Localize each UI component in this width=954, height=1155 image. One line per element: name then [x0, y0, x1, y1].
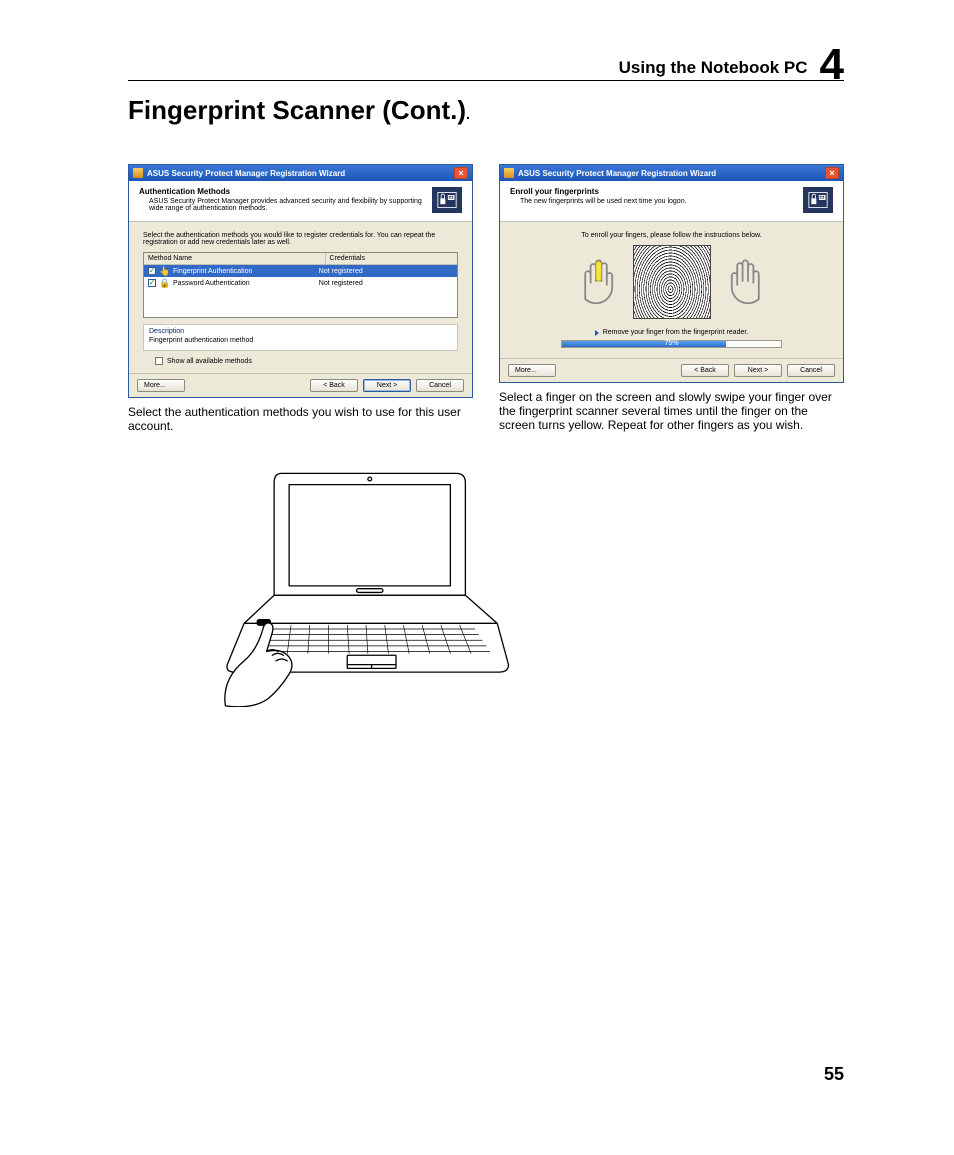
window-title: ASUS Security Protect Manager Registrati…	[147, 169, 454, 178]
lock-icon: 🔒	[160, 278, 170, 288]
header-title: Enroll your fingerprints	[510, 187, 803, 196]
app-icon	[133, 168, 143, 178]
next-button[interactable]: Next >	[734, 364, 782, 377]
header-desc: The new fingerprints will be used next t…	[510, 198, 803, 205]
cancel-button[interactable]: Cancel	[416, 379, 464, 392]
arrow-icon	[595, 330, 599, 336]
caption-b: Select a finger on the screen and slowly…	[499, 391, 844, 432]
method-row-fingerprint[interactable]: ✓ 👆 Fingerprint Authentication Not regis…	[144, 265, 457, 277]
left-hand-icon[interactable]	[578, 254, 623, 310]
titlebar: ASUS Security Protect Manager Registrati…	[129, 165, 472, 181]
back-button[interactable]: < Back	[681, 364, 729, 377]
checkbox-icon[interactable]: ✓	[148, 279, 156, 287]
col-credentials: Credentials	[326, 253, 457, 264]
methods-list[interactable]: Method Name Credentials ✓ 👆 Fingerprint …	[143, 252, 458, 318]
description-label: Description	[149, 328, 452, 335]
page-title: Fingerprint Scanner (Cont.).	[128, 95, 844, 126]
laptop-illustration	[216, 464, 516, 713]
fingerprint-icon: 👆	[160, 266, 170, 276]
security-icon	[432, 187, 462, 213]
col-method-name: Method Name	[144, 253, 326, 264]
app-icon	[504, 168, 514, 178]
enroll-fingerprint-dialog: ASUS Security Protect Manager Registrati…	[499, 164, 844, 383]
show-all-checkbox[interactable]: Show all available methods	[143, 357, 458, 365]
method-row-password[interactable]: ✓ 🔒 Password Authentication Not register…	[144, 277, 457, 289]
header-title: Authentication Methods	[139, 187, 432, 196]
page-header: Using the Notebook PC 4	[128, 40, 844, 81]
more-button[interactable]: More...	[508, 364, 556, 377]
security-icon	[803, 187, 833, 213]
header-section: Using the Notebook PC	[619, 58, 808, 78]
back-button[interactable]: < Back	[310, 379, 358, 392]
next-button[interactable]: Next >	[363, 379, 411, 392]
enroll-progress: 75%	[561, 340, 782, 348]
intro-text: Select the authentication methods you wo…	[143, 232, 458, 246]
page-number: 55	[824, 1064, 844, 1085]
window-title: ASUS Security Protect Manager Registrati…	[518, 169, 825, 178]
chapter-number: 4	[820, 46, 844, 83]
description-box: Description Fingerprint authentication m…	[143, 324, 458, 351]
enroll-instruction: To enroll your fingers, please follow th…	[514, 232, 829, 239]
titlebar: ASUS Security Protect Manager Registrati…	[500, 165, 843, 181]
caption-a: Select the authentication methods you wi…	[128, 406, 473, 434]
more-button[interactable]: More...	[137, 379, 185, 392]
checkbox-icon[interactable]: ✓	[148, 267, 156, 275]
right-hand-icon[interactable]	[721, 254, 766, 310]
header-desc: ASUS Security Protect Manager provides a…	[139, 198, 432, 212]
auth-methods-dialog: ASUS Security Protect Manager Registrati…	[128, 164, 473, 398]
description-text: Fingerprint authentication method	[149, 337, 452, 344]
fingerprint-image	[633, 245, 711, 319]
remove-finger-msg: Remove your finger from the fingerprint …	[514, 329, 829, 336]
close-icon[interactable]: ×	[454, 167, 468, 179]
close-icon[interactable]: ×	[825, 167, 839, 179]
cancel-button[interactable]: Cancel	[787, 364, 835, 377]
